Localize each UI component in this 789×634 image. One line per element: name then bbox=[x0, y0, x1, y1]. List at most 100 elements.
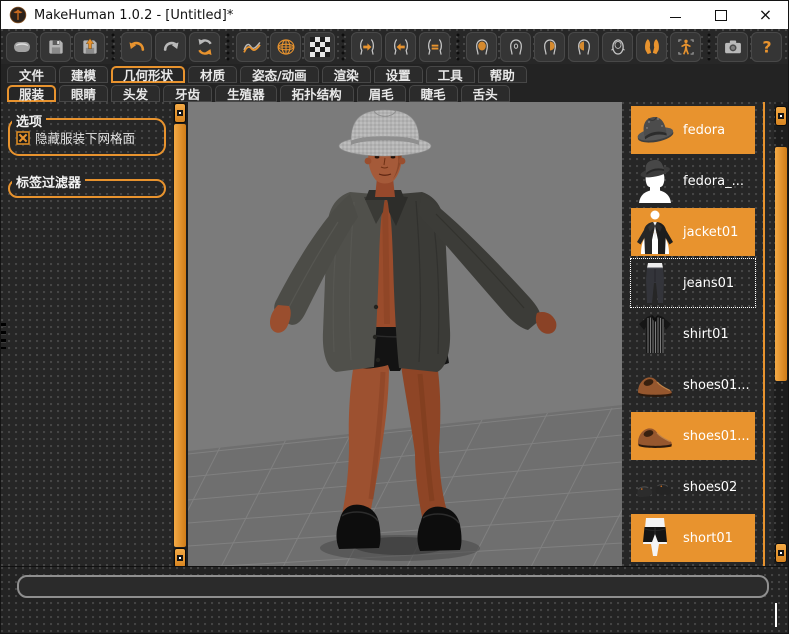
clothes-item-short01[interactable]: short01 bbox=[631, 514, 755, 562]
toolbar-separator bbox=[340, 32, 346, 62]
menu-tab-2[interactable]: 几何形状 bbox=[111, 66, 185, 83]
clothes-item-label: shoes01... bbox=[677, 378, 755, 393]
clothes-item-jeans01[interactable]: jeans01 bbox=[631, 259, 755, 307]
scroll-down-button[interactable] bbox=[775, 543, 787, 563]
view-side-button[interactable] bbox=[500, 32, 531, 62]
symmetry-button[interactable] bbox=[419, 32, 450, 62]
scroll-up-button[interactable] bbox=[775, 106, 787, 126]
app-logo-icon bbox=[9, 6, 27, 24]
save-icon bbox=[46, 37, 66, 57]
face-right-icon bbox=[540, 37, 560, 57]
head-arrow-right-icon bbox=[357, 37, 377, 57]
toolbar-separator bbox=[225, 32, 231, 62]
sub-tab-5[interactable]: 拓扑结构 bbox=[280, 85, 354, 102]
menu-tab-0[interactable]: 文件 bbox=[7, 66, 56, 83]
panel-resize-grip[interactable] bbox=[1, 323, 6, 349]
toolbar-separator bbox=[706, 32, 712, 62]
checkbox-checked-icon[interactable] bbox=[16, 131, 30, 145]
face-front-icon bbox=[472, 37, 492, 57]
clothes-item-jacket01[interactable]: jacket01 bbox=[631, 208, 755, 256]
jeans-thumbnail bbox=[633, 261, 677, 305]
clothes-item-fedora[interactable]: fedora bbox=[631, 106, 755, 154]
maximize-button[interactable] bbox=[698, 1, 743, 29]
menu-tab-6[interactable]: 设置 bbox=[374, 66, 423, 83]
sub-tab-4[interactable]: 生殖器 bbox=[215, 85, 277, 102]
status-bar bbox=[1, 566, 788, 633]
view-body-button[interactable] bbox=[670, 32, 701, 62]
symmetry-left-button[interactable] bbox=[385, 32, 416, 62]
menu-tab-5[interactable]: 渲染 bbox=[322, 66, 371, 83]
fedora-head-thumbnail bbox=[633, 159, 677, 203]
view-front-button[interactable] bbox=[466, 32, 497, 62]
wave-icon bbox=[242, 37, 262, 57]
sub-tab-3[interactable]: 牙齿 bbox=[163, 85, 212, 102]
close-button[interactable]: × bbox=[743, 1, 788, 29]
scrollbar-thumb[interactable] bbox=[775, 147, 787, 381]
clothes-item-fedora[interactable]: fedora_... bbox=[631, 157, 755, 205]
menu-tab-bar: 文件建模几何形状材质姿态/动画渲染设置工具帮助 bbox=[1, 64, 788, 83]
undo-button[interactable] bbox=[121, 32, 152, 62]
wireframe-button[interactable] bbox=[270, 32, 301, 62]
menu-tab-3[interactable]: 材质 bbox=[188, 66, 237, 83]
left-panel: 选项 隐藏服装下网格面 标签过滤器 bbox=[1, 102, 173, 567]
shoe-brown-thumbnail bbox=[633, 363, 677, 407]
sub-tab-7[interactable]: 睫毛 bbox=[409, 85, 458, 102]
svg-text:?: ? bbox=[762, 37, 771, 56]
makehuman-window: MakeHuman 1.0.2 - [Untitled]* × ? 文件建模几何… bbox=[0, 0, 789, 634]
background-button[interactable] bbox=[304, 32, 335, 62]
text-cursor bbox=[775, 603, 777, 627]
reload-icon bbox=[195, 37, 215, 57]
face-left-icon bbox=[574, 37, 594, 57]
toolbar-separator bbox=[110, 32, 116, 62]
view-right-quarter-button[interactable] bbox=[534, 32, 565, 62]
scroll-up-button[interactable] bbox=[174, 103, 186, 123]
scrollbar-thumb[interactable] bbox=[174, 124, 186, 547]
clothes-list-scrollbar[interactable] bbox=[774, 102, 788, 567]
question-icon: ? bbox=[757, 37, 777, 57]
undo-icon bbox=[127, 37, 147, 57]
menu-tab-4[interactable]: 姿态/动画 bbox=[240, 66, 319, 83]
redo-button[interactable] bbox=[155, 32, 186, 62]
globe-icon bbox=[276, 37, 296, 57]
help-button[interactable]: ? bbox=[751, 32, 782, 62]
clothes-item-shirt01[interactable]: shirt01 bbox=[631, 310, 755, 358]
head-arrow-left-icon bbox=[391, 37, 411, 57]
menu-tab-8[interactable]: 帮助 bbox=[478, 66, 527, 83]
clothes-item-label: jacket01 bbox=[677, 225, 755, 240]
jacket-thumbnail bbox=[633, 210, 677, 254]
view-top-button[interactable] bbox=[602, 32, 633, 62]
sub-tab-8[interactable]: 舌头 bbox=[461, 85, 510, 102]
view-feet-button[interactable] bbox=[636, 32, 667, 62]
symmetry-right-button[interactable] bbox=[351, 32, 382, 62]
viewport-3d[interactable] bbox=[188, 102, 622, 569]
clothes-item-shoes01[interactable]: shoes01... bbox=[631, 412, 755, 460]
load-icon bbox=[12, 37, 32, 57]
load-button[interactable] bbox=[6, 32, 37, 62]
clothes-item-label: shoes02 bbox=[677, 480, 755, 495]
export-button[interactable] bbox=[74, 32, 105, 62]
smooth-button[interactable] bbox=[236, 32, 267, 62]
body-icon bbox=[676, 37, 696, 57]
menu-tab-7[interactable]: 工具 bbox=[426, 66, 475, 83]
sub-tab-6[interactable]: 眉毛 bbox=[357, 85, 406, 102]
camera-icon bbox=[723, 37, 743, 57]
view-left-quarter-button[interactable] bbox=[568, 32, 599, 62]
scroll-down-button[interactable] bbox=[174, 548, 186, 568]
grab-screenshot-button[interactable] bbox=[717, 32, 748, 62]
feet-icon bbox=[642, 37, 662, 57]
face-side-icon bbox=[506, 37, 526, 57]
clothes-item-shoes02[interactable]: shoes02 bbox=[631, 463, 755, 511]
menu-tab-1[interactable]: 建模 bbox=[59, 66, 108, 83]
clothes-item-shoes01[interactable]: shoes01... bbox=[631, 361, 755, 409]
window-title: MakeHuman 1.0.2 - [Untitled]* bbox=[34, 8, 233, 23]
left-ear bbox=[365, 158, 372, 165]
minimize-button[interactable] bbox=[653, 1, 698, 29]
save-button[interactable] bbox=[40, 32, 71, 62]
close-icon: × bbox=[759, 7, 772, 23]
sub-tab-1[interactable]: 眼睛 bbox=[59, 85, 108, 102]
sub-tab-0[interactable]: 服装 bbox=[7, 85, 56, 102]
sub-tab-2[interactable]: 头发 bbox=[111, 85, 160, 102]
reset-button[interactable] bbox=[189, 32, 220, 62]
hide-faces-checkbox-row[interactable]: 隐藏服装下网格面 bbox=[16, 128, 158, 147]
left-panel-scrollbar[interactable] bbox=[173, 102, 188, 569]
